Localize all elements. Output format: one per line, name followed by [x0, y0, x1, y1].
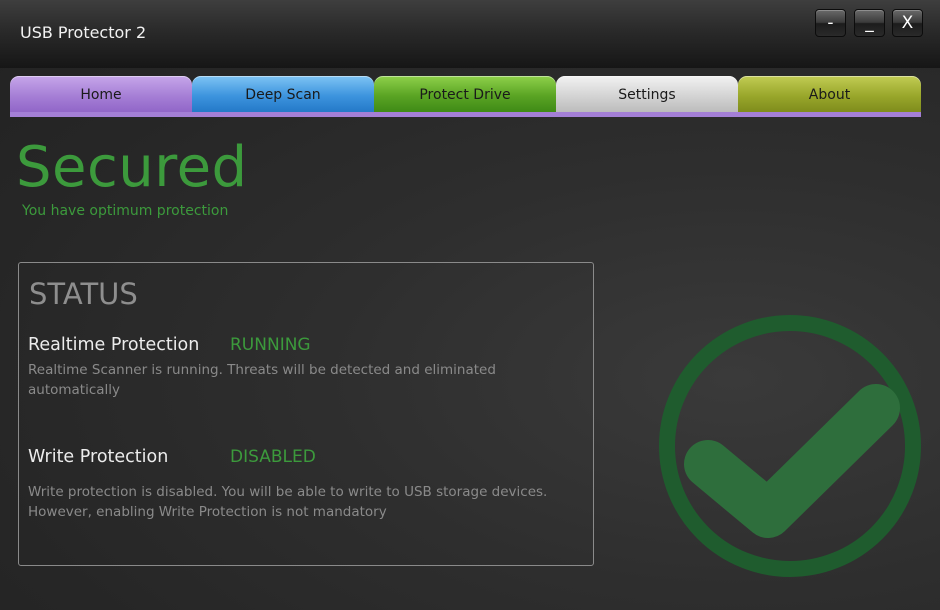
minimize-button[interactable]: _ — [854, 9, 885, 37]
protection-status-heading: Secured — [16, 135, 248, 200]
tab-home[interactable]: Home — [10, 76, 192, 112]
protection-status-subtitle: You have optimum protection — [22, 203, 229, 219]
write-protection-description-line: However, enabling Write Protection is no… — [28, 504, 387, 520]
write-protection-description: Write protection is disabled. You will b… — [28, 482, 588, 522]
realtime-protection-description: Realtime Scanner is running. Threats wil… — [28, 360, 588, 400]
status-panel: STATUS Realtime Protection RUNNING Realt… — [18, 262, 594, 566]
app-window: USB Protector 2 - _ X Home Deep Scan Pro… — [0, 0, 940, 610]
realtime-protection-description-line: Realtime Scanner is running. Threats wil… — [28, 362, 496, 398]
realtime-protection-label: Realtime Protection — [28, 335, 200, 355]
minimize-alt-button[interactable]: - — [815, 9, 846, 37]
write-protection-state: DISABLED — [230, 447, 316, 467]
app-title: USB Protector 2 — [20, 23, 147, 42]
realtime-protection-state: RUNNING — [230, 335, 311, 355]
tab-bar: Home Deep Scan Protect Drive Settings Ab… — [10, 76, 921, 112]
status-panel-title: STATUS — [29, 277, 138, 311]
checkmark-icon — [655, 312, 925, 582]
tab-about[interactable]: About — [738, 76, 921, 112]
active-tab-underline — [10, 112, 921, 117]
write-protection-description-line: Write protection is disabled. You will b… — [28, 484, 548, 500]
write-protection-label: Write Protection — [28, 447, 169, 467]
tab-deep-scan[interactable]: Deep Scan — [192, 76, 374, 112]
tab-settings[interactable]: Settings — [556, 76, 738, 112]
title-bar[interactable]: USB Protector 2 - _ X — [0, 0, 940, 68]
close-button[interactable]: X — [892, 9, 923, 37]
tab-protect-drive[interactable]: Protect Drive — [374, 76, 556, 112]
